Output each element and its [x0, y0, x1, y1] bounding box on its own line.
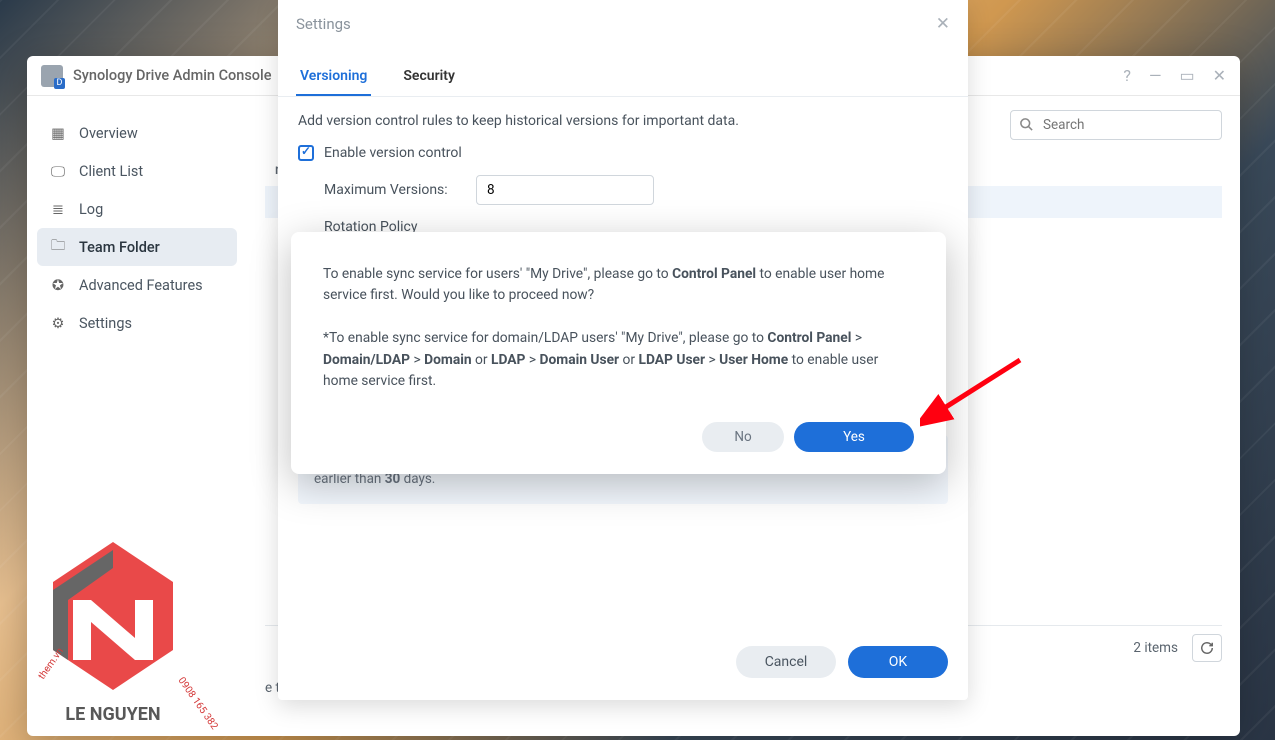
sidebar-item-settings[interactable]: ⚙ Settings	[37, 304, 237, 342]
no-button[interactable]: No	[702, 422, 784, 452]
sidebar-item-client-list[interactable]: 🖵 Client List	[37, 152, 237, 190]
enable-version-label: Enable version control	[324, 145, 462, 161]
sidebar-item-advanced-features[interactable]: ✪ Advanced Features	[37, 266, 237, 304]
dashboard-icon: ▦	[49, 124, 67, 142]
enable-version-checkbox[interactable]	[298, 145, 314, 161]
sidebar-item-label: Overview	[79, 125, 138, 142]
monitor-icon: 🖵	[49, 162, 67, 180]
settings-title: Settings	[296, 15, 351, 33]
gear-icon: ⚙	[49, 314, 67, 332]
sidebar-item-label: Client List	[79, 163, 143, 180]
item-count: 2 items	[1133, 640, 1178, 656]
list-icon: ≣	[49, 200, 67, 218]
sidebar-item-label: Settings	[79, 315, 132, 332]
cancel-button[interactable]: Cancel	[736, 646, 836, 678]
sidebar-item-label: Advanced Features	[79, 277, 203, 294]
yes-button[interactable]: Yes	[794, 422, 914, 452]
ok-button[interactable]: OK	[848, 646, 948, 678]
search-icon	[1019, 117, 1034, 136]
minimize-icon[interactable]: —	[1149, 66, 1162, 85]
sidebar-item-team-folder[interactable]: 🗀 Team Folder	[37, 228, 237, 266]
tab-security[interactable]: Security	[399, 58, 459, 96]
confirm-paragraph-1: To enable sync service for users' "My Dr…	[323, 264, 914, 307]
sidebar-item-overview[interactable]: ▦ Overview	[37, 114, 237, 152]
settings-intro: Add version control rules to keep histor…	[298, 113, 948, 129]
close-icon[interactable]: ✕	[936, 14, 950, 34]
sidebar-item-label: Team Folder	[79, 239, 160, 256]
sidebar-item-label: Log	[79, 201, 103, 218]
close-icon[interactable]: ✕	[1213, 66, 1226, 85]
maximize-icon[interactable]: ▭	[1179, 66, 1194, 85]
confirm-dialog: To enable sync service for users' "My Dr…	[291, 232, 946, 474]
folder-icon: 🗀	[49, 238, 67, 256]
sidebar: ▦ Overview 🖵 Client List ≣ Log 🗀 Team Fo…	[27, 96, 247, 736]
max-versions-input[interactable]	[476, 175, 654, 205]
search-input[interactable]	[1010, 110, 1222, 140]
app-icon	[41, 65, 63, 87]
refresh-button[interactable]	[1192, 634, 1222, 662]
sidebar-item-log[interactable]: ≣ Log	[37, 190, 237, 228]
max-versions-label: Maximum Versions:	[324, 182, 454, 198]
help-icon[interactable]: ?	[1123, 66, 1131, 85]
star-icon: ✪	[49, 276, 67, 294]
tab-versioning[interactable]: Versioning	[296, 58, 371, 96]
confirm-paragraph-2: *To enable sync service for domain/LDAP …	[323, 328, 914, 392]
app-title: Synology Drive Admin Console	[73, 67, 272, 84]
